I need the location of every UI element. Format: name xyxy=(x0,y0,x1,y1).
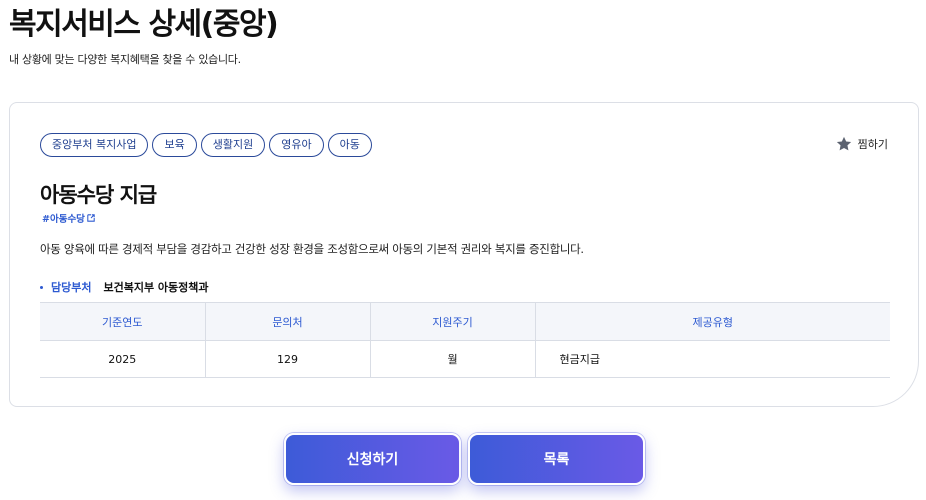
header-support-cycle: 지원주기 xyxy=(370,302,536,341)
tag-infant[interactable]: 영유아 xyxy=(269,133,324,157)
external-link-icon xyxy=(87,214,95,222)
cell-contact: 129 xyxy=(205,340,371,378)
apply-button[interactable]: 신청하기 xyxy=(284,433,461,485)
service-detail-card: 중앙부처 복지사업 보육 생활지원 영유아 아동 찜하기 아동수당 지급 #아동… xyxy=(9,102,919,407)
table-row: 2025 129 월 현금지급 xyxy=(40,340,890,378)
list-button[interactable]: 목록 xyxy=(468,433,645,485)
page-title: 복지서비스 상세(중앙) xyxy=(9,7,279,42)
bookmark-button[interactable]: 찜하기 xyxy=(835,135,888,153)
department-value: 보건복지부 아동정책과 xyxy=(103,281,209,294)
tag-list: 중앙부처 복지사업 보육 생활지원 영유아 아동 xyxy=(40,133,372,157)
hashtag-link[interactable]: #아동수당 xyxy=(42,211,95,225)
tag-childcare[interactable]: 보육 xyxy=(152,133,197,157)
header-contact: 문의처 xyxy=(205,302,371,341)
cell-support-cycle: 월 xyxy=(370,340,536,378)
bookmark-label: 찜하기 xyxy=(857,138,888,151)
header-base-year: 기준연도 xyxy=(40,302,206,341)
service-info-table: 기준연도 문의처 지원주기 제공유형 2025 129 월 현금지급 xyxy=(40,302,890,378)
hashtag-text: #아동수당 xyxy=(42,214,85,225)
tag-child[interactable]: 아동 xyxy=(327,133,372,157)
star-icon xyxy=(836,136,851,151)
cell-base-year: 2025 xyxy=(40,340,206,378)
department-label: 담당부처 xyxy=(51,281,92,294)
department-row: 담당부처 보건복지부 아동정책과 xyxy=(40,279,209,295)
bullet-dot xyxy=(40,285,43,289)
service-description: 아동 양육에 따른 경제적 부담을 경감하고 건강한 성장 환경을 조성함으로써… xyxy=(40,242,584,256)
header-provision-type: 제공유형 xyxy=(535,302,890,341)
service-title: 아동수당 지급 xyxy=(40,183,157,207)
page-subtitle: 내 상황에 맞는 다양한 복지혜택을 찾을 수 있습니다. xyxy=(9,53,241,66)
tag-central-ministry[interactable]: 중앙부처 복지사업 xyxy=(40,133,149,157)
tag-living-support[interactable]: 생활지원 xyxy=(200,133,266,157)
cell-provision-type: 현금지급 xyxy=(535,340,890,378)
table-header-row: 기준연도 문의처 지원주기 제공유형 xyxy=(40,302,890,341)
